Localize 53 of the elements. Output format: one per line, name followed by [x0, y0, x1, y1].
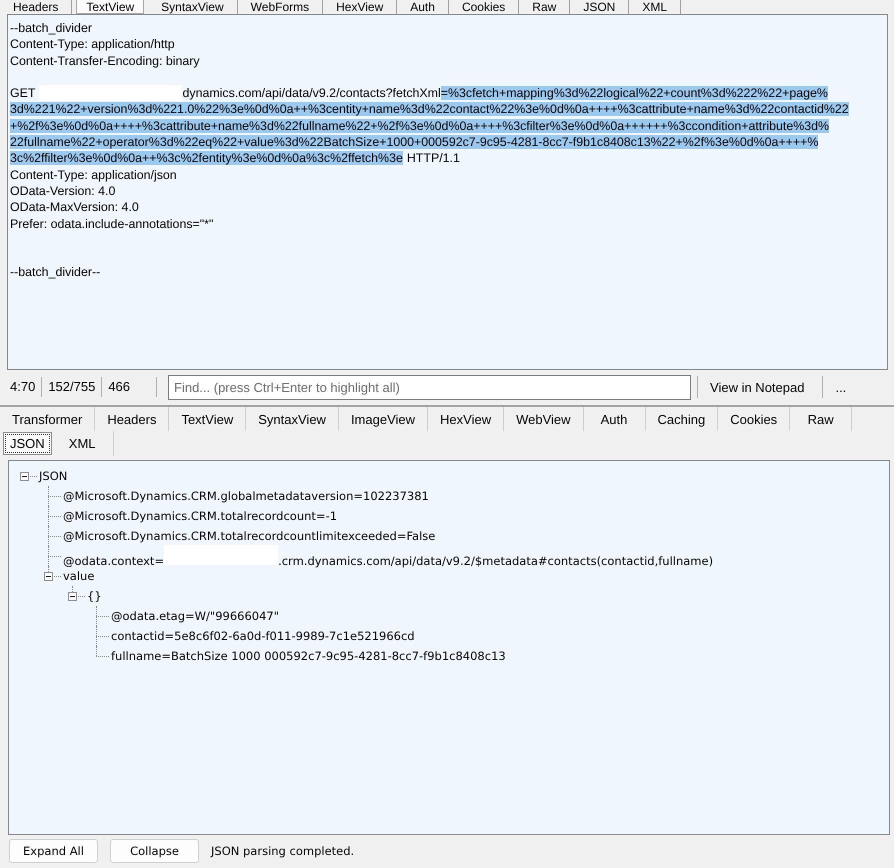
tab[interactable]: JSON — [3, 432, 52, 455]
request-text: dynamics.com/api/data/v9.2/contacts?fetchXml — [182, 86, 441, 100]
tab[interactable]: Caching — [646, 407, 718, 431]
request-text: HTTP/1.1 — [406, 151, 460, 166]
tree-item-label[interactable]: value — [62, 569, 96, 583]
collapse-button[interactable]: Collapse — [110, 838, 199, 862]
request-text: OData-MaxVersion: 4.0 — [10, 200, 139, 214]
minus-box-icon[interactable] — [44, 572, 53, 580]
tree-item-label[interactable]: fullname=BatchSize 1000 000592c7-9c95-4281-8cc7-f9b1c8408c13 — [110, 649, 507, 663]
tab[interactable]: TextView — [169, 407, 246, 431]
selected-text: =%3cfetch+mapping%3d%22logical%22+count%3d%222%22+page% — [440, 86, 828, 100]
tab[interactable]: ImageView — [338, 407, 428, 431]
status-cell: 152/755 — [42, 377, 102, 397]
request-text: Content-Type: application/http — [10, 37, 175, 52]
expand-all-button[interactable]: Expand All — [9, 838, 98, 862]
tree-item-label[interactable]: contactid=5e8c6f02-6a0d-f011-9989-7c1e521966cd — [110, 629, 416, 643]
request-text: GET — [10, 86, 36, 100]
tree-item-label[interactable]: {} — [86, 589, 103, 603]
tree-item-label[interactable]: @odata.etag=W/"99666047" — [110, 609, 280, 623]
tab[interactable]: XML — [52, 431, 114, 456]
request-text: Content-Type: application/json — [10, 168, 177, 182]
tree-item-label[interactable]: @Microsoft.Dynamics.CRM.totalrecordcount=-1 — [62, 509, 338, 523]
selected-text: 3d%221%22+version%3d%221.0%22%3e%0d%0a++%3centity+name%3d%22contact%22%3e%0d%0a++++%3cattribute+name%3d%22contactid%22 — [10, 102, 849, 116]
find-field[interactable]: Find... (press Ctrl+Enter to highlight all) — [168, 374, 692, 400]
tab[interactable]: Headers — [95, 407, 170, 431]
selected-text: +%2f%3e%0d%0a++++%3cattribute+name%3d%22fullname%22+%2f%3e%0d%0a++++%3cfilter%3e%0d%0a++++++%3ccondition+attribute%3d% — [10, 118, 830, 133]
tree-item-label[interactable]: .crm.dynamics.com/api/data/v9.2/$metadata#contacts(contactid,fullname) — [278, 554, 714, 568]
selected-text: 22fullname%22+operator%3d%22eq%22+value%3d%22BatchSize+1000+000592c7-9c95-4281-8cc7-f9b1c8408c13%22+%2f%3e%0d%0a++++% — [10, 135, 818, 150]
tree-item-label[interactable]: @Microsoft.Dynamics.CRM.globalmetadataversion=102237381 — [62, 489, 430, 503]
request-text: --batch_divider — [10, 21, 92, 35]
request-text: Prefer: odata.include-annotations="*" — [10, 216, 214, 231]
tab[interactable]: HexView — [428, 407, 504, 431]
request-text: OData-Version: 4.0 — [10, 184, 116, 198]
tab[interactable]: Raw — [790, 407, 852, 431]
minus-box-icon[interactable] — [68, 592, 77, 600]
tab[interactable]: Auth — [584, 407, 646, 431]
status-text: JSON parsing completed. — [211, 844, 354, 858]
request-text: Content-Transfer-Encoding: binary — [10, 54, 200, 68]
minus-box-icon[interactable] — [20, 472, 29, 480]
tree-item-label[interactable]: @Microsoft.Dynamics.CRM.totalrecordcountlimitexceeded=False — [62, 529, 436, 543]
selected-text: 3c%2ffilter%3e%0d%0a++%3c%2fentity%3e%0d%0a%3c%2ffetch%3e — [10, 151, 403, 166]
view-in-notepad-button[interactable]: View in Notepad — [697, 376, 816, 398]
tree-item-label[interactable]: @odata.context= — [63, 554, 164, 568]
tab[interactable]: Cookies — [718, 407, 790, 431]
status-cell: 4:70 — [4, 377, 42, 397]
status-cell: 466 — [102, 377, 158, 397]
tab[interactable]: WebView — [504, 407, 584, 431]
tab[interactable]: SyntaxView — [246, 407, 339, 431]
request-text: --batch_divider-- — [10, 265, 100, 280]
tree-item-label[interactable]: JSON — [38, 469, 68, 483]
tab[interactable]: Transformer — [0, 407, 96, 431]
tab[interactable]: TextView — [76, 0, 144, 14]
more-options-button[interactable]: ... — [822, 376, 858, 398]
